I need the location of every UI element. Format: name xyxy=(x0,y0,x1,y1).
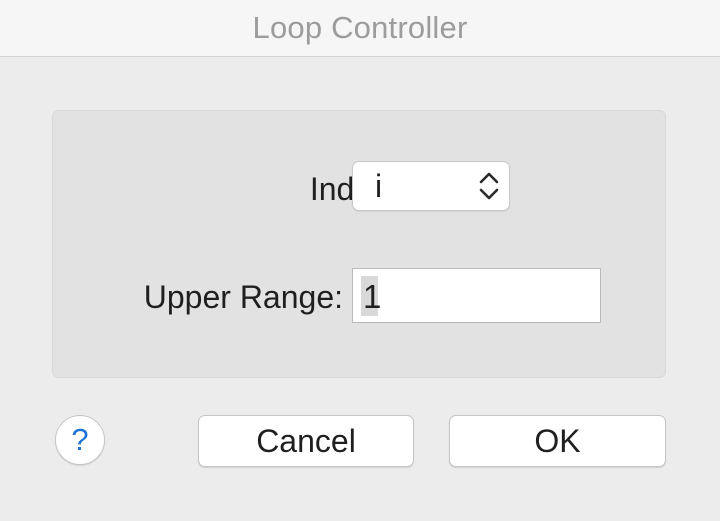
ok-button-label: OK xyxy=(534,422,581,459)
cancel-button[interactable]: Cancel xyxy=(198,415,414,467)
upper-range-value: 1 xyxy=(363,278,382,315)
question-mark-icon: ? xyxy=(71,422,89,457)
ok-button[interactable]: OK xyxy=(449,415,666,467)
title-bar: Loop Controller xyxy=(0,0,720,57)
cancel-button-label: Cancel xyxy=(256,422,356,459)
window-title: Loop Controller xyxy=(252,10,468,45)
chevron-up-down-icon xyxy=(477,168,501,204)
upper-range-field[interactable]: 1 xyxy=(352,268,601,323)
upper-range-label: Upper Range: xyxy=(143,279,343,315)
index-selected-value: i xyxy=(375,168,383,204)
loop-controller-dialog: Loop Controller Index: i Upper Range: 1 … xyxy=(0,0,720,521)
index-popup-button[interactable]: i xyxy=(352,161,510,211)
settings-group-box xyxy=(52,110,666,378)
help-button[interactable]: ? xyxy=(55,415,105,465)
